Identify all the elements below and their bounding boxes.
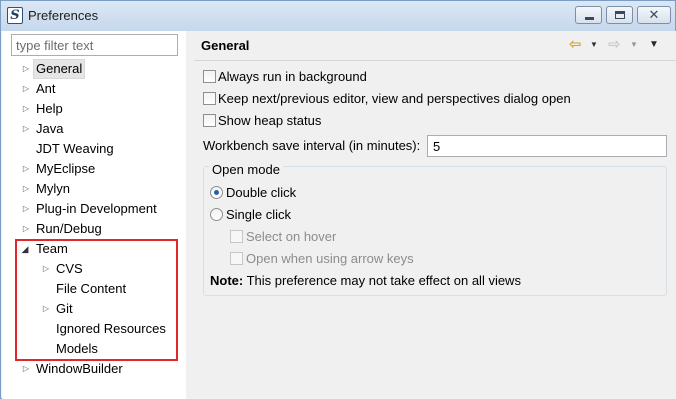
minimize-button[interactable] [575,6,602,24]
tree-item-label: Mylyn [36,181,70,196]
tree-item-label: Plug-in Development [36,201,157,216]
collapse-arrow-icon[interactable]: ◢ [19,239,31,259]
show-heap-label: Show heap status [218,113,322,128]
always-run-background-checkbox[interactable] [203,70,216,83]
tree-item-label: Ignored Resources [56,321,166,336]
tree-item-label: CVS [56,261,83,276]
tree-item-label: File Content [56,281,127,296]
open-arrow-keys-label: Open when using arrow keys [246,251,414,266]
title-bar[interactable]: S Preferences ✕ [1,1,675,31]
expand-arrow-icon[interactable]: ▷ [20,59,32,79]
open-arrow-keys-checkbox [230,252,243,265]
expand-arrow-icon[interactable]: ▷ [20,159,32,179]
view-menu-icon[interactable]: ▼ [649,37,659,53]
save-interval-input[interactable] [427,135,667,157]
expand-arrow-icon[interactable]: ▷ [20,119,32,139]
pane-sash[interactable] [186,31,194,399]
tree-item-label: Team [36,241,68,256]
select-on-hover-label: Select on hover [246,229,337,244]
maximize-button[interactable] [606,6,633,24]
forward-arrow-icon[interactable]: ⇨ [608,37,621,53]
tree-item-label: JDT Weaving [36,141,114,156]
tree-item-label: MyEclipse [36,161,96,176]
tree-item-label: WindowBuilder [36,361,123,376]
single-click-radio[interactable] [210,208,223,221]
page-title: General [201,38,250,53]
forward-dropdown-icon[interactable]: ▼ [630,37,638,53]
keep-next-prev-checkbox[interactable] [203,92,216,105]
note-label: Note: [210,273,244,288]
tree-item-label: Ant [36,81,56,96]
tree-item-label: Help [36,101,63,116]
header-divider [194,60,676,61]
show-heap-checkbox[interactable] [203,114,216,127]
open-mode-note: Note: This preference may not take effec… [210,271,521,291]
tree-item-label: Models [56,341,98,356]
close-button[interactable]: ✕ [637,6,671,24]
double-click-radio[interactable] [210,186,223,199]
tree-item-label: Git [56,301,73,316]
preference-page: General ⇦ ▼ ⇨ ▼ ▼ Always run in backgrou… [194,31,676,399]
tree-item-label: General [33,59,86,79]
note-text: This preference may not take effect on a… [246,273,521,288]
expand-arrow-icon[interactable]: ▷ [20,179,32,199]
filter-input[interactable] [11,34,178,56]
expand-arrow-icon[interactable]: ▷ [20,219,32,239]
expand-arrow-icon[interactable]: ▷ [40,299,52,319]
expand-arrow-icon[interactable]: ▷ [20,79,32,99]
back-dropdown-icon[interactable]: ▼ [590,37,598,53]
maximize-icon [615,11,625,19]
select-on-hover-checkbox [230,230,243,243]
back-arrow-icon[interactable]: ⇦ [569,37,582,53]
single-click-label: Single click [226,207,292,222]
expand-arrow-icon[interactable]: ▷ [20,359,32,379]
tree-item-label: Run/Debug [36,221,102,236]
save-interval-label: Workbench save interval (in minutes): [203,138,421,153]
window-title: Preferences [28,8,99,23]
always-run-background-label: Always run in background [218,69,367,84]
expand-arrow-icon[interactable]: ▷ [20,199,32,219]
open-mode-title: Open mode [209,162,283,178]
double-click-label: Double click [226,185,297,200]
tree-item-label: Java [36,121,64,136]
expand-arrow-icon[interactable]: ▷ [40,259,52,279]
preferences-window: S Preferences ✕ ▷ General ▷ Ant ▷ Help [0,0,676,399]
expand-arrow-icon[interactable]: ▷ [20,99,32,119]
preference-tree-pane: ▷ General ▷ Ant ▷ Help ▷ Java JDT Weavin… [2,31,186,399]
close-icon: ✕ [648,7,660,22]
minimize-icon [585,17,594,20]
app-s-icon: S [7,7,23,24]
keep-next-prev-label: Keep next/previous editor, view and pers… [218,91,571,106]
